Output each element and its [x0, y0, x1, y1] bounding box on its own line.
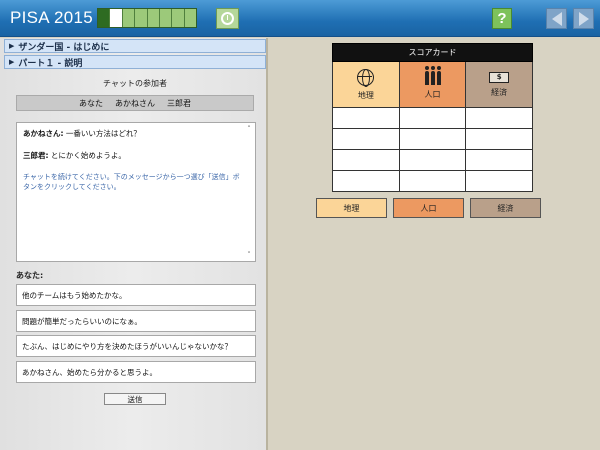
progress-segment	[159, 9, 173, 27]
progress-indicator	[97, 8, 197, 28]
reply-option[interactable]: あかねさん、始めたら分かると思うよ。	[16, 361, 256, 383]
scorecard-cell	[333, 171, 400, 192]
population-button[interactable]: 人口	[393, 198, 464, 218]
scorecard-row	[333, 150, 534, 171]
scorecard-cell	[333, 129, 400, 150]
scorecard-cell	[333, 150, 400, 171]
participants-list: あなた あかねさん 三郎君	[16, 95, 254, 111]
scorecard-col-geography: 地理	[333, 62, 400, 108]
chat-log[interactable]: あかねさん: 一番いい方法はどれ？ 三郎君: とにかく始めようよ。 チャットを続…	[16, 122, 256, 262]
help-button[interactable]: ?	[492, 8, 512, 29]
next-button[interactable]	[573, 8, 594, 29]
chat-speaker: あかねさん:	[23, 129, 64, 138]
scroll-down-icon[interactable]: ˅	[245, 251, 253, 259]
section-intro[interactable]: ▶ ザンダー国 - はじめに	[4, 39, 266, 53]
timer-button[interactable]	[216, 8, 239, 29]
scorecard-cell	[466, 108, 534, 129]
reply-option[interactable]: 問題が簡単だったらいいのになぁ。	[16, 310, 256, 332]
scorecard: スコアカード 地理 人口 $ 経済	[332, 43, 534, 192]
top-bar: PISA 2015 ?	[0, 0, 600, 37]
money-icon: $	[489, 71, 510, 83]
chat-message: 三郎君: とにかく始めようよ。	[23, 151, 241, 161]
scorecard-cell	[333, 108, 400, 129]
triangle-right-icon: ▶	[9, 42, 15, 50]
chat-instruction: チャットを続けてください。下のメッセージから一つ選び「送信」ボタンをクリックして…	[23, 173, 240, 191]
scorecard-cell	[466, 129, 534, 150]
participant-name: あかねさん	[115, 98, 155, 108]
progress-segment	[135, 9, 148, 27]
geography-button[interactable]: 地理	[316, 198, 387, 218]
chat-speaker: 三郎君:	[23, 151, 49, 160]
section-label: パート１ - 説明	[18, 58, 83, 69]
globe-icon	[357, 68, 375, 87]
triangle-right-icon: ▶	[9, 58, 15, 66]
reply-label: あなた:	[16, 271, 44, 280]
send-button[interactable]: 送信	[104, 393, 166, 405]
reply-option[interactable]: たぶん、はじめにやり方を決めたほうがいいんじゃないかな？	[16, 335, 256, 357]
scorecard-grid	[332, 108, 534, 192]
scorecard-row	[333, 108, 534, 129]
category-label: 経済	[491, 87, 508, 97]
arrow-left-icon	[551, 11, 562, 26]
progress-segment	[110, 9, 123, 27]
scorecard-cell	[466, 171, 534, 192]
participant-name: あなた	[79, 98, 103, 108]
progress-segment	[122, 9, 136, 27]
category-label: 地理	[357, 90, 374, 100]
scorecard-col-population: 人口	[399, 62, 467, 108]
scorecard-cell	[399, 171, 467, 192]
people-icon	[424, 66, 441, 85]
progress-segment	[147, 9, 160, 27]
progress-segment	[172, 9, 185, 27]
chat-message: あかねさん: 一番いい方法はどれ？	[23, 129, 241, 139]
scorecard-cell	[399, 108, 467, 129]
clock-icon	[221, 12, 234, 25]
chat-panel: ▶ ザンダー国 - はじめに ▶ パート１ - 説明 チャットの参加者 あなた …	[0, 38, 268, 450]
participant-name: 三郎君	[167, 98, 191, 108]
scorecard-row	[333, 171, 534, 192]
category-label: 人口	[424, 90, 441, 99]
section-part1[interactable]: ▶ パート１ - 説明	[4, 55, 266, 69]
back-button[interactable]	[546, 8, 567, 29]
scorecard-cell	[399, 129, 467, 150]
arrow-right-icon	[578, 11, 589, 26]
reply-option[interactable]: 他のチームはもう始めたかな。	[16, 284, 256, 306]
participants-title: チャットの参加者	[103, 79, 167, 88]
scorecard-header: 地理 人口 $ 経済	[332, 62, 534, 108]
scorecard-col-economy: $ 経済	[466, 62, 534, 108]
scroll-up-icon[interactable]: ˄	[245, 125, 253, 133]
scorecard-cell	[399, 150, 467, 171]
economy-button[interactable]: 経済	[470, 198, 541, 218]
chat-text: とにかく始めようよ。	[50, 151, 126, 160]
progress-segment	[184, 9, 196, 27]
chat-text: 一番いい方法はどれ？	[65, 129, 141, 138]
scorecard-row	[333, 129, 534, 150]
app-title: PISA 2015	[10, 8, 94, 27]
section-label: ザンダー国 - はじめに	[18, 42, 110, 53]
progress-segment	[98, 9, 111, 27]
scorecard-cell	[466, 150, 534, 171]
scorecard-title: スコアカード	[332, 43, 533, 62]
